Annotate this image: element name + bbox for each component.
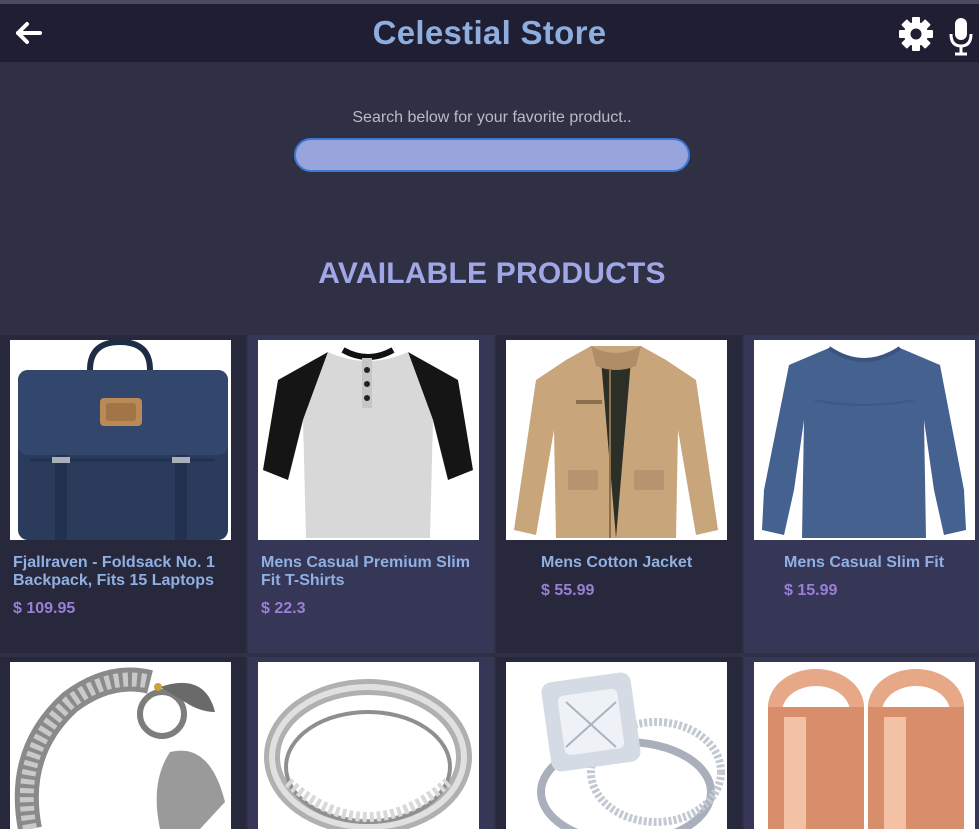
product-name[interactable]: Fjallraven - Foldsack No. 1 Backpack, Fi…: [13, 554, 229, 590]
search-input[interactable]: [294, 138, 690, 172]
app-header: Celestial Store: [0, 4, 979, 62]
product-price: $ 15.99: [784, 582, 838, 599]
product-card[interactable]: [496, 657, 742, 829]
settings-button[interactable]: [898, 16, 934, 52]
product-card[interactable]: [248, 657, 494, 829]
product-image[interactable]: [10, 662, 231, 829]
product-price: $ 109.95: [13, 600, 76, 617]
gear-icon: [899, 17, 933, 51]
product-name[interactable]: Mens Casual Premium Slim Fit T-Shirts: [261, 554, 477, 590]
product-card[interactable]: Mens Casual Premium Slim Fit T-Shirts $ …: [248, 335, 494, 653]
product-name[interactable]: Mens Casual Slim Fit: [784, 554, 979, 572]
product-card[interactable]: Mens Casual Slim Fit $ 15.99: [744, 335, 979, 653]
product-image[interactable]: [10, 340, 231, 540]
product-image[interactable]: [754, 662, 975, 829]
product-image[interactable]: [258, 340, 479, 540]
jacket-image: [514, 346, 718, 538]
product-card[interactable]: [0, 657, 246, 829]
diamond-ring-image: [537, 672, 725, 829]
product-card[interactable]: Fjallraven - Foldsack No. 1 Backpack, Fi…: [0, 335, 246, 653]
product-price: $ 22.3: [261, 600, 306, 617]
product-image[interactable]: [506, 662, 727, 829]
search-prompt: Search below for your favorite product..: [352, 109, 632, 126]
product-name[interactable]: Mens Cotton Jacket: [541, 554, 757, 572]
bracelet-image: [14, 667, 225, 829]
product-price: $ 55.99: [541, 582, 595, 599]
product-card[interactable]: [744, 657, 979, 829]
product-image[interactable]: [754, 340, 975, 540]
voice-search-button[interactable]: [948, 16, 974, 56]
tshirt-image: [263, 347, 473, 538]
microphone-icon: [949, 18, 973, 56]
app-title: Celestial Store: [372, 14, 607, 51]
ring-image: [264, 679, 472, 829]
product-card[interactable]: Mens Cotton Jacket $ 55.99: [496, 335, 742, 653]
backpack-image: [18, 340, 228, 540]
product-image[interactable]: [258, 662, 479, 829]
product-image[interactable]: [506, 340, 727, 540]
long-sleeve-shirt-image: [762, 346, 966, 538]
section-title: AVAILABLE PRODUCTS: [318, 257, 666, 290]
tunnel-plugs-image: [768, 669, 964, 829]
